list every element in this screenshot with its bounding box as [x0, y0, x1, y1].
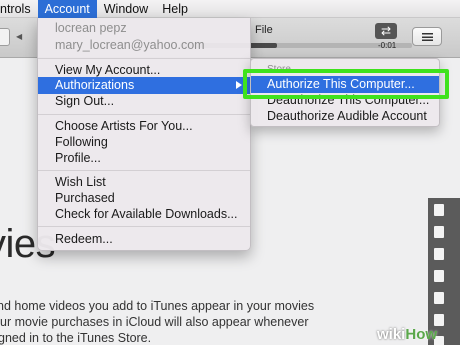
wikihow-watermark: wikiHow	[377, 326, 438, 343]
menu-separator	[38, 226, 250, 227]
account-user-email: mary_locrean@yahoo.com	[55, 38, 205, 52]
highlight-annotation	[243, 69, 449, 99]
repeat-icon[interactable]: ⇄	[375, 23, 397, 39]
menu-item-label: Authorizations	[55, 78, 135, 92]
menu-item-wish-list[interactable]: Wish List	[38, 174, 250, 191]
list-icon	[421, 32, 433, 41]
menu-help[interactable]: Help	[155, 0, 195, 18]
description-line: nd home videos you add to iTunes appear …	[0, 299, 315, 313]
film-strip-graphic	[428, 198, 460, 345]
menu-separator	[38, 170, 250, 171]
menu-controls[interactable]: ntrols	[0, 0, 38, 18]
account-user-name: locrean pepz	[55, 21, 127, 35]
submenu-arrow-icon	[236, 81, 242, 89]
description: nd home videos you add to iTunes appear …	[0, 298, 420, 345]
now-playing-title: File	[255, 24, 273, 36]
description-line: gned in to the iTunes Store.	[0, 331, 152, 345]
menu-item-redeem[interactable]: Redeem...	[38, 231, 250, 248]
menu-item-check-downloads[interactable]: Check for Available Downloads...	[38, 206, 250, 223]
nav-arrow-icon[interactable]: ◀	[16, 32, 22, 41]
menu-bar: ntrols Account Window Help	[0, 0, 460, 18]
menu-item-choose-artists[interactable]: Choose Artists For You...	[38, 118, 250, 135]
menu-item-profile[interactable]: Profile...	[38, 150, 250, 167]
menu-item-following[interactable]: Following	[38, 134, 250, 151]
menu-item-authorizations[interactable]: Authorizations	[38, 77, 250, 94]
up-next-list-button[interactable]	[412, 27, 442, 46]
menu-item-sign-out[interactable]: Sign Out...	[38, 93, 250, 110]
menu-separator	[38, 114, 250, 115]
time-remaining: -0:01	[378, 41, 397, 50]
menu-account[interactable]: Account	[37, 0, 97, 18]
menu-window[interactable]: Window	[97, 0, 155, 18]
menu-item-deauthorize-audible[interactable]: Deauthorize Audible Account	[251, 108, 439, 125]
menu-separator	[38, 58, 250, 59]
description-line: ur movie purchases in iCloud will also a…	[0, 315, 309, 329]
menu-item-purchased[interactable]: Purchased	[38, 190, 250, 207]
miniplayer-button[interactable]	[0, 28, 10, 46]
account-menu: locrean pepz mary_locrean@yahoo.com View…	[37, 18, 251, 251]
